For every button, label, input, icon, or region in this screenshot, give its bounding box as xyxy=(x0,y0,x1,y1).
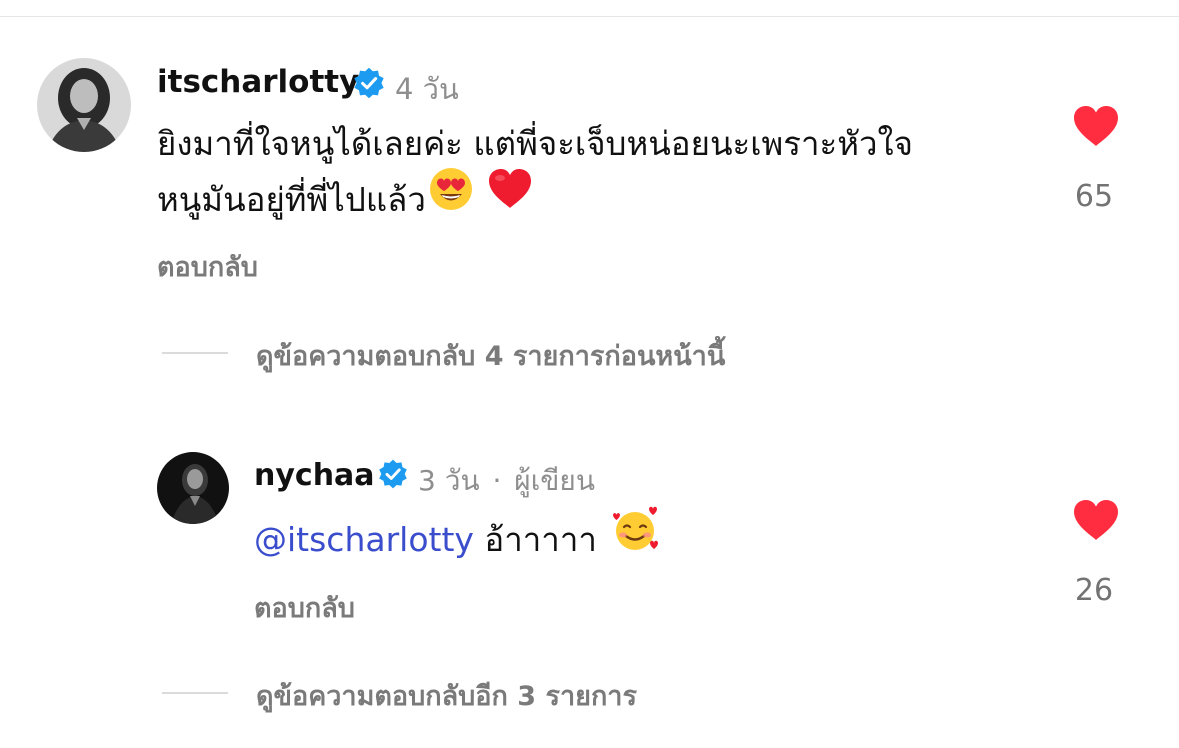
reply-text-body: อ้าาาาา xyxy=(484,520,597,559)
heart-icon xyxy=(1072,106,1120,152)
comment-timestamp: 4 วัน xyxy=(395,72,459,106)
heart-icon xyxy=(1072,500,1120,546)
top-divider xyxy=(0,16,1179,17)
meta-separator: · xyxy=(492,464,502,497)
author-label: ผู้เขียน xyxy=(514,464,595,497)
reply-text: @itscharlotty อ้าาาาา xyxy=(254,506,661,574)
heart-eyes-emoji xyxy=(428,166,474,229)
thread-line xyxy=(162,692,228,694)
comment-text-line2-text: หนูมันอยู่ที่พี่ไปแล้ว xyxy=(157,180,426,219)
reply-username[interactable]: nychaa xyxy=(254,458,375,493)
thread-line xyxy=(162,352,228,354)
comment-text-line1: ยิงมาที่ใจหนูได้เลยค่ะ แต่พี่จะเจ็บหน่อย… xyxy=(157,124,913,163)
mention-link[interactable]: @itscharlotty xyxy=(254,520,474,559)
like-button[interactable] xyxy=(1066,498,1126,546)
verified-badge-icon xyxy=(377,458,409,494)
verified-badge-icon xyxy=(352,66,386,104)
like-button[interactable] xyxy=(1066,104,1126,152)
reply-button[interactable]: ตอบกลับ xyxy=(254,586,355,629)
like-count: 26 xyxy=(1074,573,1114,608)
avatar[interactable] xyxy=(157,452,229,524)
reply-meta: 3 วัน · ผู้เขียน xyxy=(418,459,595,503)
comment-text-line2: หนูมันอยู่ที่พี่ไปแล้ว xyxy=(157,168,534,233)
view-previous-replies[interactable]: ดูข้อความตอบกลับ 4 รายการก่อนหน้านี้ xyxy=(256,334,725,377)
comment-username[interactable]: itscharlotty xyxy=(157,64,359,100)
smiling-face-with-hearts-emoji xyxy=(611,505,661,570)
avatar[interactable] xyxy=(37,58,131,152)
view-more-replies[interactable]: ดูข้อความตอบกลับอีก 3 รายการ xyxy=(256,674,637,717)
like-count: 65 xyxy=(1074,179,1114,214)
reply-timestamp: 3 วัน xyxy=(418,464,480,497)
red-heart-emoji xyxy=(486,166,534,229)
reply-button[interactable]: ตอบกลับ xyxy=(157,245,258,288)
